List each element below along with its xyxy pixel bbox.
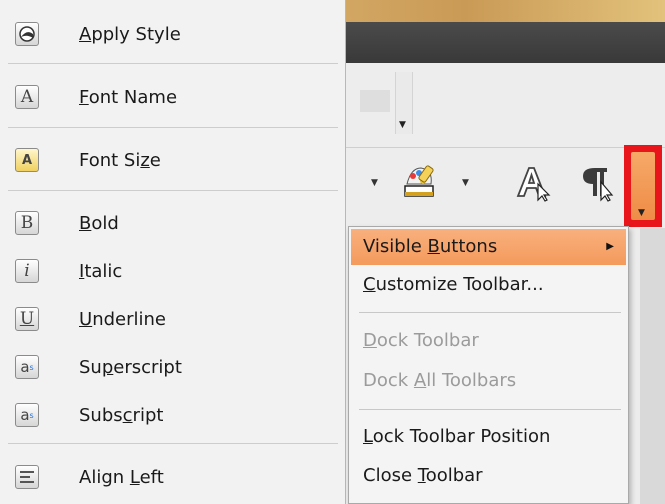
- bold-icon: B: [15, 211, 39, 235]
- submenu-arrow-icon: ▶: [606, 241, 614, 252]
- menu-item-apply-style[interactable]: Apply Style: [0, 14, 345, 54]
- menu-item-customize-toolbar[interactable]: Customize Toolbar...: [351, 267, 626, 303]
- menu-item-label: Visible Buttons: [363, 236, 498, 257]
- align-left-icon: [15, 465, 39, 489]
- font-name-icon: A: [15, 85, 39, 109]
- menu-item-underline[interactable]: U Underline: [0, 299, 345, 339]
- menu-item-lock-toolbar-position[interactable]: Lock Toolbar Position: [351, 419, 626, 455]
- chevron-down-icon[interactable]: ▼: [371, 178, 378, 188]
- menu-item-label: Superscript: [79, 356, 182, 378]
- chevron-down-icon: ▼: [399, 120, 406, 130]
- italic-icon: i: [15, 259, 39, 283]
- menu-item-visible-buttons[interactable]: Visible Buttons ▶: [351, 229, 626, 265]
- menu-item-label: Dock All Toolbars: [363, 370, 517, 391]
- chevron-down-icon[interactable]: ▼: [462, 178, 469, 188]
- underline-icon: U: [15, 307, 39, 331]
- font-effects-icon[interactable]: [512, 162, 552, 202]
- chevron-down-icon: ▼: [638, 208, 645, 218]
- menu-item-label: Bold: [79, 212, 119, 234]
- font-size-icon: A: [15, 148, 39, 172]
- menu-item-label: Font Name: [79, 86, 178, 108]
- menu-item-label: Lock Toolbar Position: [363, 426, 551, 447]
- menu-item-font-size[interactable]: A Font Size: [0, 140, 345, 180]
- menu-item-align-left[interactable]: Align Left: [0, 457, 345, 497]
- toolbar-buttons-list: Apply Style A Font Name A Font Size B Bo…: [0, 0, 346, 504]
- toolbar-context-menu: Visible Buttons ▶ Customize Toolbar... D…: [348, 226, 629, 504]
- menu-item-label: Subscript: [79, 404, 164, 426]
- menu-item-label: Dock Toolbar: [363, 330, 479, 351]
- menu-item-subscript[interactable]: as Subscript: [0, 395, 345, 435]
- menu-separator: [8, 63, 338, 64]
- superscript-icon: as: [15, 355, 39, 379]
- menu-item-close-toolbar[interactable]: Close Toolbar: [351, 458, 626, 494]
- menu-separator: [8, 190, 338, 191]
- menu-item-label: Close Toolbar: [363, 465, 483, 486]
- menu-item-label: Italic: [79, 260, 123, 282]
- menu-separator: [359, 312, 621, 313]
- menu-item-dock-toolbar: Dock Toolbar: [351, 323, 626, 359]
- paint-bucket-icon[interactable]: [397, 160, 441, 204]
- menu-item-label: Underline: [79, 308, 166, 330]
- menu-item-italic[interactable]: i Italic: [0, 251, 345, 291]
- menu-separator: [8, 127, 338, 128]
- subscript-icon: as: [15, 403, 39, 427]
- menu-separator: [359, 409, 621, 410]
- apply-style-icon: [15, 22, 39, 46]
- paragraph-marks-icon[interactable]: [575, 162, 615, 202]
- menu-item-label: Apply Style: [79, 23, 181, 45]
- menu-item-bold[interactable]: B Bold: [0, 203, 345, 243]
- menu-item-font-name[interactable]: A Font Name: [0, 77, 345, 117]
- menu-item-label: Align Left: [79, 466, 164, 488]
- toolbar-button-ghost: [360, 90, 390, 112]
- menu-item-label: Font Size: [79, 149, 161, 171]
- menu-item-label: Customize Toolbar...: [363, 274, 544, 295]
- menu-item-superscript[interactable]: as Superscript: [0, 347, 345, 387]
- menu-separator: [8, 443, 338, 444]
- toolbar-overflow-button[interactable]: ▼: [624, 145, 662, 227]
- menu-item-dock-all-toolbars: Dock All Toolbars: [351, 363, 626, 399]
